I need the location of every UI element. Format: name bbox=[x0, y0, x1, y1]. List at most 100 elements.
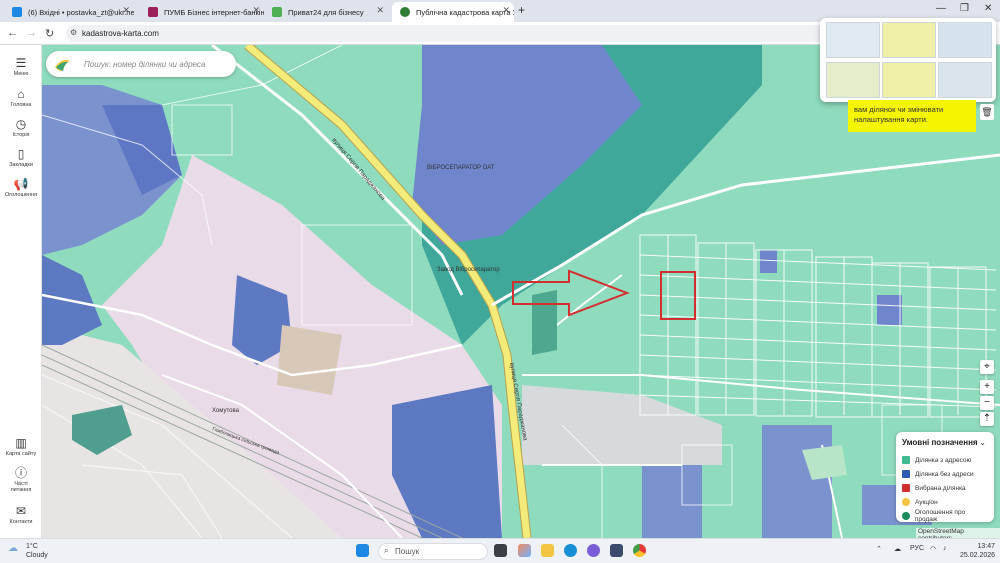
search-input[interactable]: Пошук: номер ділянки чи адреса bbox=[46, 51, 236, 77]
zoom-in-button[interactable]: + bbox=[980, 380, 994, 394]
legend-label: Вибрана ділянка bbox=[915, 484, 966, 492]
tab-title: Публічна кадастрова карта Ук bbox=[416, 7, 514, 17]
back-icon[interactable]: ← bbox=[7, 27, 18, 39]
weather-temp: 1°C bbox=[26, 543, 38, 550]
map-layer-picker bbox=[820, 18, 996, 102]
language-indicator[interactable]: РУС bbox=[910, 545, 924, 552]
parcel-no-address-swatch bbox=[902, 470, 910, 478]
selected-parcel-swatch bbox=[902, 484, 910, 492]
wifi-icon[interactable]: ◠ bbox=[930, 545, 936, 553]
sidebar-item-label: Оголошення bbox=[5, 192, 37, 198]
tab-title: (6) Вхідні • postavka_zt@ukr.ne bbox=[28, 7, 134, 17]
tooltip-text: вам ділянок чи змінювати налаштування ка… bbox=[854, 105, 944, 124]
close-window-icon[interactable]: ✕ bbox=[984, 3, 992, 14]
privat-icon bbox=[272, 7, 282, 17]
legend-item: Вибрана ділянка bbox=[902, 481, 988, 495]
bank-icon bbox=[148, 7, 158, 17]
map-hint-tooltip: вам ділянок чи змінювати налаштування ка… bbox=[848, 100, 976, 132]
bookmark-icon: ▯ bbox=[17, 147, 25, 161]
legend-item: Аукціон bbox=[902, 495, 988, 509]
chevron-down-icon[interactable]: ⌄ bbox=[979, 438, 986, 447]
sidebar-item-bookmarks[interactable]: ▯ Закладки bbox=[0, 147, 42, 169]
sidebar-item-label: Історія bbox=[12, 132, 30, 138]
windows-start-icon[interactable] bbox=[356, 544, 369, 557]
compass-icon[interactable]: ⇡ bbox=[980, 412, 994, 426]
layer-option-2[interactable] bbox=[882, 22, 936, 58]
legend-item: Ділянка з адресою bbox=[902, 453, 988, 467]
map-legend: Умовні позначення ⌄ Ділянка з адресою Ді… bbox=[896, 432, 994, 523]
close-icon[interactable]: ✕ bbox=[252, 5, 260, 16]
legend-label: Аукціон bbox=[915, 498, 938, 506]
home-icon: ⌂ bbox=[17, 87, 25, 101]
chrome-icon[interactable] bbox=[633, 544, 646, 557]
layer-option-5[interactable] bbox=[882, 62, 936, 98]
legend-label: Оголошення про продаж bbox=[914, 509, 966, 523]
layer-option-3[interactable] bbox=[938, 22, 992, 58]
layer-option-1[interactable] bbox=[826, 22, 880, 58]
tab-inbox[interactable]: (6) Вхідні • postavka_zt@ukr.ne ✕ bbox=[4, 2, 134, 22]
village-label: Хомутова bbox=[212, 408, 240, 414]
factory-label: ВІБРОСЕПАРАТОР ОАТ bbox=[427, 165, 495, 171]
clock-time: 13:47 bbox=[977, 543, 996, 550]
taskbar-search-label: Пошук bbox=[395, 547, 420, 556]
cloud-icon: ☁ bbox=[8, 543, 18, 554]
close-icon[interactable]: ✕ bbox=[122, 5, 130, 16]
maximize-icon[interactable]: ❐ bbox=[960, 3, 969, 14]
sidebar-item-ads[interactable]: 📢 Оголошення bbox=[0, 177, 42, 199]
sidebar-item-faq[interactable]: ⓘ Часті питання bbox=[0, 466, 42, 494]
legend-item: Оголошення про продаж bbox=[902, 509, 988, 523]
megaphone-icon: 📢 bbox=[13, 177, 29, 191]
viber-icon[interactable] bbox=[587, 544, 600, 557]
trash-icon[interactable]: 🗑 bbox=[980, 104, 994, 120]
sidebar-item-history[interactable]: ◷ Історія bbox=[0, 118, 42, 139]
minimize-icon[interactable]: — bbox=[936, 3, 946, 14]
layer-option-4[interactable] bbox=[826, 62, 880, 98]
tab-title: ПУМБ Бізнес інтернет-банкін bbox=[164, 7, 264, 17]
file-explorer-icon[interactable] bbox=[541, 544, 554, 557]
parcel-address-swatch bbox=[902, 456, 910, 464]
url-text: kadastrova-karta.com bbox=[82, 29, 159, 38]
sidebar-item-home[interactable]: ⌂ Головна bbox=[0, 87, 42, 109]
url-field[interactable]: ⚙ kadastrova-karta.com bbox=[66, 25, 826, 42]
tab-pumb[interactable]: ПУМБ Бізнес інтернет-банкін ✕ bbox=[140, 2, 264, 22]
site-info-icon[interactable]: ⚙ bbox=[70, 28, 77, 37]
sidebar-item-contacts[interactable]: ✉ Контакти bbox=[0, 505, 42, 526]
close-icon[interactable]: ✕ bbox=[502, 5, 510, 16]
sidebar-item-menu[interactable]: ☰ Меню bbox=[0, 56, 42, 78]
edge-icon[interactable] bbox=[564, 544, 577, 557]
close-icon[interactable]: ✕ bbox=[376, 5, 384, 16]
sidebar-item-label: Головна bbox=[10, 102, 32, 108]
system-clock[interactable]: 13:47 25.02.2026 bbox=[960, 542, 995, 560]
bus-stop-label: Завод Вібросепаратор bbox=[437, 267, 500, 273]
mail-icon bbox=[12, 7, 22, 17]
sidebar-item-sitemap[interactable]: ▥ Карта сайту bbox=[0, 436, 42, 458]
legend-label: Ділянка з адресою bbox=[915, 456, 972, 464]
new-tab-icon[interactable]: + bbox=[518, 3, 525, 17]
tab-kadastr[interactable]: Публічна кадастрова карта Ук ✕ bbox=[392, 2, 514, 22]
chevron-up-icon[interactable]: ⌃ bbox=[876, 545, 882, 553]
sale-ad-icon bbox=[902, 512, 910, 520]
taskbar-search[interactable]: ⌕ Пошук bbox=[378, 543, 488, 560]
task-view-icon[interactable] bbox=[494, 544, 507, 557]
onedrive-icon[interactable]: ☁ bbox=[894, 545, 901, 553]
copilot-icon[interactable] bbox=[518, 544, 531, 557]
locate-icon[interactable]: ⌖ bbox=[980, 360, 994, 374]
search-placeholder: Пошук: номер ділянки чи адреса bbox=[84, 59, 206, 69]
menu-icon: ☰ bbox=[15, 56, 27, 70]
sidebar-item-label: Закладки bbox=[9, 162, 33, 168]
volume-icon[interactable]: ♪ bbox=[943, 545, 947, 552]
weather-desc: Cloudy bbox=[26, 552, 48, 559]
legend-label: Ділянка без адреси bbox=[915, 470, 974, 478]
map-icon bbox=[400, 7, 410, 17]
tab-privat[interactable]: Приват24 для бізнесу ✕ bbox=[264, 2, 388, 22]
reload-icon[interactable]: ↻ bbox=[45, 27, 54, 40]
clock-date: 25.02.2026 bbox=[960, 552, 996, 559]
legend-title: Умовні позначення bbox=[902, 438, 978, 447]
zoom-out-button[interactable]: − bbox=[980, 396, 994, 410]
weather-widget[interactable]: ☁ 1°C Cloudy bbox=[8, 542, 48, 560]
layer-option-6[interactable] bbox=[938, 62, 992, 98]
sitemap-icon: ▥ bbox=[15, 436, 27, 450]
faq-icon: ⓘ bbox=[14, 466, 27, 480]
forward-icon[interactable]: → bbox=[26, 27, 37, 39]
store-icon[interactable] bbox=[610, 544, 623, 557]
